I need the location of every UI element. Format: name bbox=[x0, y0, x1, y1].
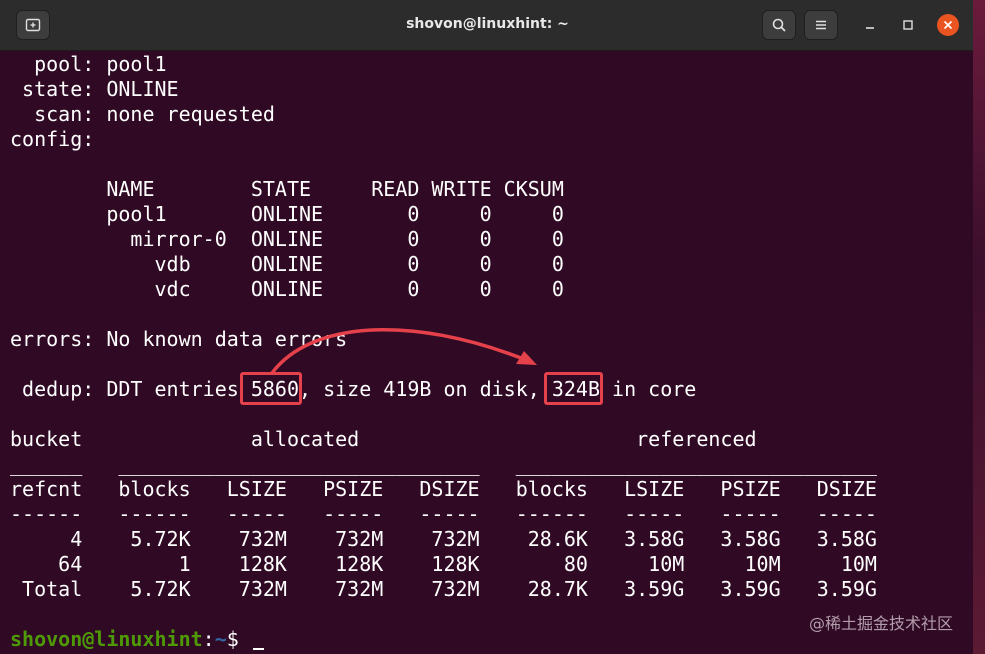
minimize-button[interactable] bbox=[859, 14, 881, 36]
annotation-arrow bbox=[270, 328, 537, 375]
watermark: @稀土掘金技术社区 bbox=[808, 614, 953, 633]
desktop-background bbox=[973, 0, 985, 654]
title-bar: shovon@linuxhint: ~ bbox=[0, 0, 975, 51]
new-tab-icon bbox=[25, 18, 41, 32]
search-button[interactable] bbox=[762, 10, 796, 40]
hamburger-menu-icon bbox=[816, 20, 826, 30]
maximize-icon bbox=[903, 20, 913, 30]
terminal-window: shovon@linuxhint: ~ pool: pool1 state: O… bbox=[0, 0, 975, 654]
close-button[interactable] bbox=[937, 14, 959, 36]
new-tab-button[interactable] bbox=[16, 10, 50, 40]
maximize-button[interactable] bbox=[897, 14, 919, 36]
terminal-output[interactable]: pool: pool1 state: ONLINE scan: none req… bbox=[10, 52, 970, 652]
close-icon bbox=[943, 20, 953, 30]
menu-button[interactable] bbox=[804, 10, 838, 40]
search-icon bbox=[772, 18, 786, 32]
minimize-icon bbox=[866, 27, 874, 29]
